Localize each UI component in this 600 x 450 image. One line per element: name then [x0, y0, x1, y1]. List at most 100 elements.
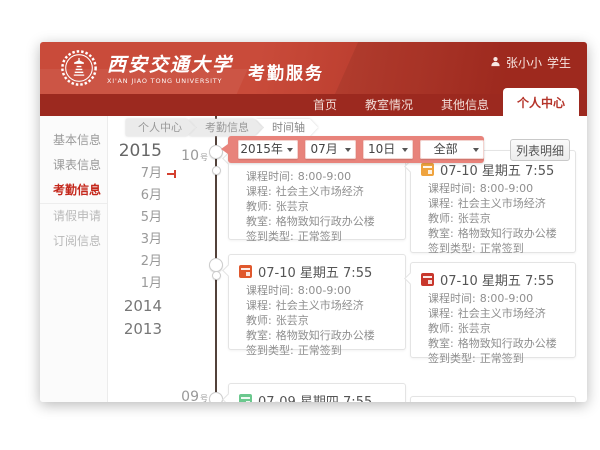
timeline-day-label-10: 10号 — [158, 145, 208, 164]
card-header: 07-10 星期五 7:55 — [421, 271, 565, 287]
field-label: 教师: — [246, 314, 272, 327]
field-teacher: 教师: 张芸京 — [421, 321, 565, 336]
field-label: 签到类型: — [428, 352, 476, 365]
field-checkin-type: 签到类型:正常签到 — [421, 351, 565, 366]
calendar-icon — [421, 273, 434, 286]
field-classroom: 教室:格物致知行政办公楼 — [239, 328, 395, 343]
field-label: 教师: — [246, 200, 272, 213]
university-logo-icon — [60, 49, 98, 91]
card-header: 07-10 星期五 7:55 — [421, 161, 565, 177]
nav-items: 首页 教室情况 其他信息 个人中心 — [299, 88, 579, 116]
field-value: 社会主义市场经济 — [276, 299, 364, 312]
sidebar-item-schedule-info[interactable]: 课表信息 — [40, 153, 107, 178]
field-label: 课程: — [246, 299, 272, 312]
field-label: 课程时间: — [246, 284, 294, 297]
scope-select[interactable]: 全部 — [420, 140, 484, 159]
calendar-icon — [239, 265, 252, 278]
university-name-cn: 西安交通大学 — [107, 56, 233, 75]
attendance-card: 07-10 星期五 7:55 课程时间:8:00-9:00 课程:社会主义市场经… — [410, 150, 576, 253]
university-name: 西安交通大学 XI'AN JIAO TONG UNIVERSITY — [107, 56, 233, 85]
field-label: 教室: — [246, 215, 272, 228]
field-value: 正常签到 — [298, 344, 342, 357]
field-label: 签到类型: — [246, 230, 294, 243]
sidebar-item-subscription-info[interactable]: 订阅信息 — [40, 229, 107, 254]
field-value: 格物致知行政办公楼 — [276, 329, 375, 342]
attendance-card: 07-09 星期四 7:55 — [228, 383, 406, 402]
attendance-card: 07-10 星期五 7:55 课程时间:8:00-9:00 课程: 社会主义市场经… — [410, 262, 576, 358]
field-label: 教室: — [428, 227, 454, 240]
field-label: 教室: — [428, 337, 454, 350]
card-header: 07-10 星期五 7:55 — [239, 263, 395, 279]
field-teacher: 教师:张芸京 — [239, 199, 395, 214]
timeline-month-mar[interactable]: 3月 — [114, 229, 162, 251]
sidebar-item-attendance-info[interactable]: 考勤信息 — [40, 178, 107, 204]
timeline-month-jul[interactable]: 7月 — [114, 163, 162, 185]
field-value: 张芸京 — [458, 322, 491, 335]
sidebar-item-basic-info[interactable]: 基本信息 — [40, 128, 107, 153]
field-label: 教师: — [428, 322, 454, 335]
field-value: 格物致知行政办公楼 — [458, 227, 557, 240]
timeline-month-jan[interactable]: 1月 — [114, 273, 162, 295]
page-title: 考勤服务 — [248, 59, 324, 84]
field-class-time: 课程时间:8:00-9:00 — [421, 291, 565, 306]
field-value: 社会主义市场经济 — [458, 307, 546, 320]
timeline-month-jun[interactable]: 6月 — [114, 185, 162, 207]
date-filter-bar: 2015年 07月 10日 全部 — [228, 136, 484, 163]
university-name-en: XI'AN JIAO TONG UNIVERSITY — [107, 78, 233, 85]
user-role: 学生 — [547, 54, 571, 71]
field-label: 课程时间: — [428, 182, 476, 195]
timeline-node-small — [212, 271, 221, 280]
field-checkin-type: 签到类型:正常签到 — [239, 229, 395, 244]
calendar-icon — [421, 163, 434, 176]
breadcrumb-personal-center[interactable]: 个人中心 — [126, 119, 195, 136]
timeline-node-large — [209, 392, 223, 402]
card-header: 07-09 星期四 7:55 — [239, 392, 395, 402]
nav-tab-personal-center[interactable]: 个人中心 — [503, 88, 579, 116]
sidebar-item-leave-request[interactable]: 请假申请 — [40, 204, 107, 229]
breadcrumb-timeline[interactable]: 时间轴 — [256, 119, 318, 136]
field-value: 8:00-9:00 — [480, 292, 533, 305]
day-number: 09 — [181, 389, 199, 402]
timeline-year-2013[interactable]: 2013 — [114, 318, 162, 341]
current-month-marker-icon — [167, 173, 176, 175]
user-account-menu[interactable]: 张小小 学生 — [490, 54, 571, 71]
timeline-month-feb[interactable]: 2月 — [114, 251, 162, 273]
user-name: 张小小 — [506, 54, 542, 71]
field-course: 课程:社会主义市场经济 — [421, 196, 565, 211]
timeline-year-2014[interactable]: 2014 — [114, 295, 162, 318]
field-value: 正常签到 — [480, 242, 524, 255]
attendance-card-partial — [410, 396, 576, 402]
timeline-year-current[interactable]: 2015 — [114, 139, 162, 163]
field-value: 社会主义市场经济 — [458, 197, 546, 210]
timeline-day-label-09: 09号 — [158, 386, 208, 402]
timeline-month-may[interactable]: 5月 — [114, 207, 162, 229]
person-icon — [490, 56, 501, 70]
field-class-time: 课程时间:8:00-9:00 — [421, 181, 565, 196]
day-suffix: 号 — [200, 394, 208, 402]
field-teacher: 教师:张芸京 — [421, 211, 565, 226]
card-date: 07-10 星期五 7:55 — [440, 270, 554, 289]
breadcrumb-attendance-info[interactable]: 考勤信息 — [189, 119, 262, 136]
day-select[interactable]: 10日 — [363, 140, 414, 159]
app-header: 西安交通大学 XI'AN JIAO TONG UNIVERSITY 考勤服务 张… — [40, 42, 587, 94]
nav-tab-classrooms[interactable]: 教室情况 — [351, 94, 427, 116]
sidebar: 基本信息 课表信息 考勤信息 请假申请 订阅信息 — [40, 116, 108, 402]
day-suffix: 号 — [200, 153, 208, 162]
field-value: 8:00-9:00 — [298, 170, 351, 183]
attendance-card: 07-10 星期五 7:55 课程时间:8:00-9:00 课程:社会主义市场经… — [228, 254, 406, 350]
nav-tab-other-info[interactable]: 其他信息 — [427, 94, 503, 116]
year-select[interactable]: 2015年 — [238, 140, 298, 159]
field-course: 课程: 社会主义市场经济 — [421, 306, 565, 321]
breadcrumb: 个人中心 考勤信息 时间轴 — [126, 119, 318, 136]
field-label: 课程: — [428, 307, 454, 320]
list-detail-button[interactable]: 列表明细 — [510, 139, 570, 161]
calendar-icon — [239, 394, 252, 403]
field-checkin-type: 签到类型:正常签到 — [239, 343, 395, 358]
timeline-node-small — [212, 166, 221, 175]
timeline-nav-column: 2015 7月 6月 5月 3月 2月 1月 2014 2013 — [114, 139, 162, 341]
field-course: 课程: 社会主义市场经济 — [239, 298, 395, 313]
nav-tab-home[interactable]: 首页 — [299, 94, 351, 116]
card-date: 07-10 星期五 7:55 — [258, 262, 372, 281]
field-label: 签到类型: — [428, 242, 476, 255]
month-select[interactable]: 07月 — [305, 140, 356, 159]
